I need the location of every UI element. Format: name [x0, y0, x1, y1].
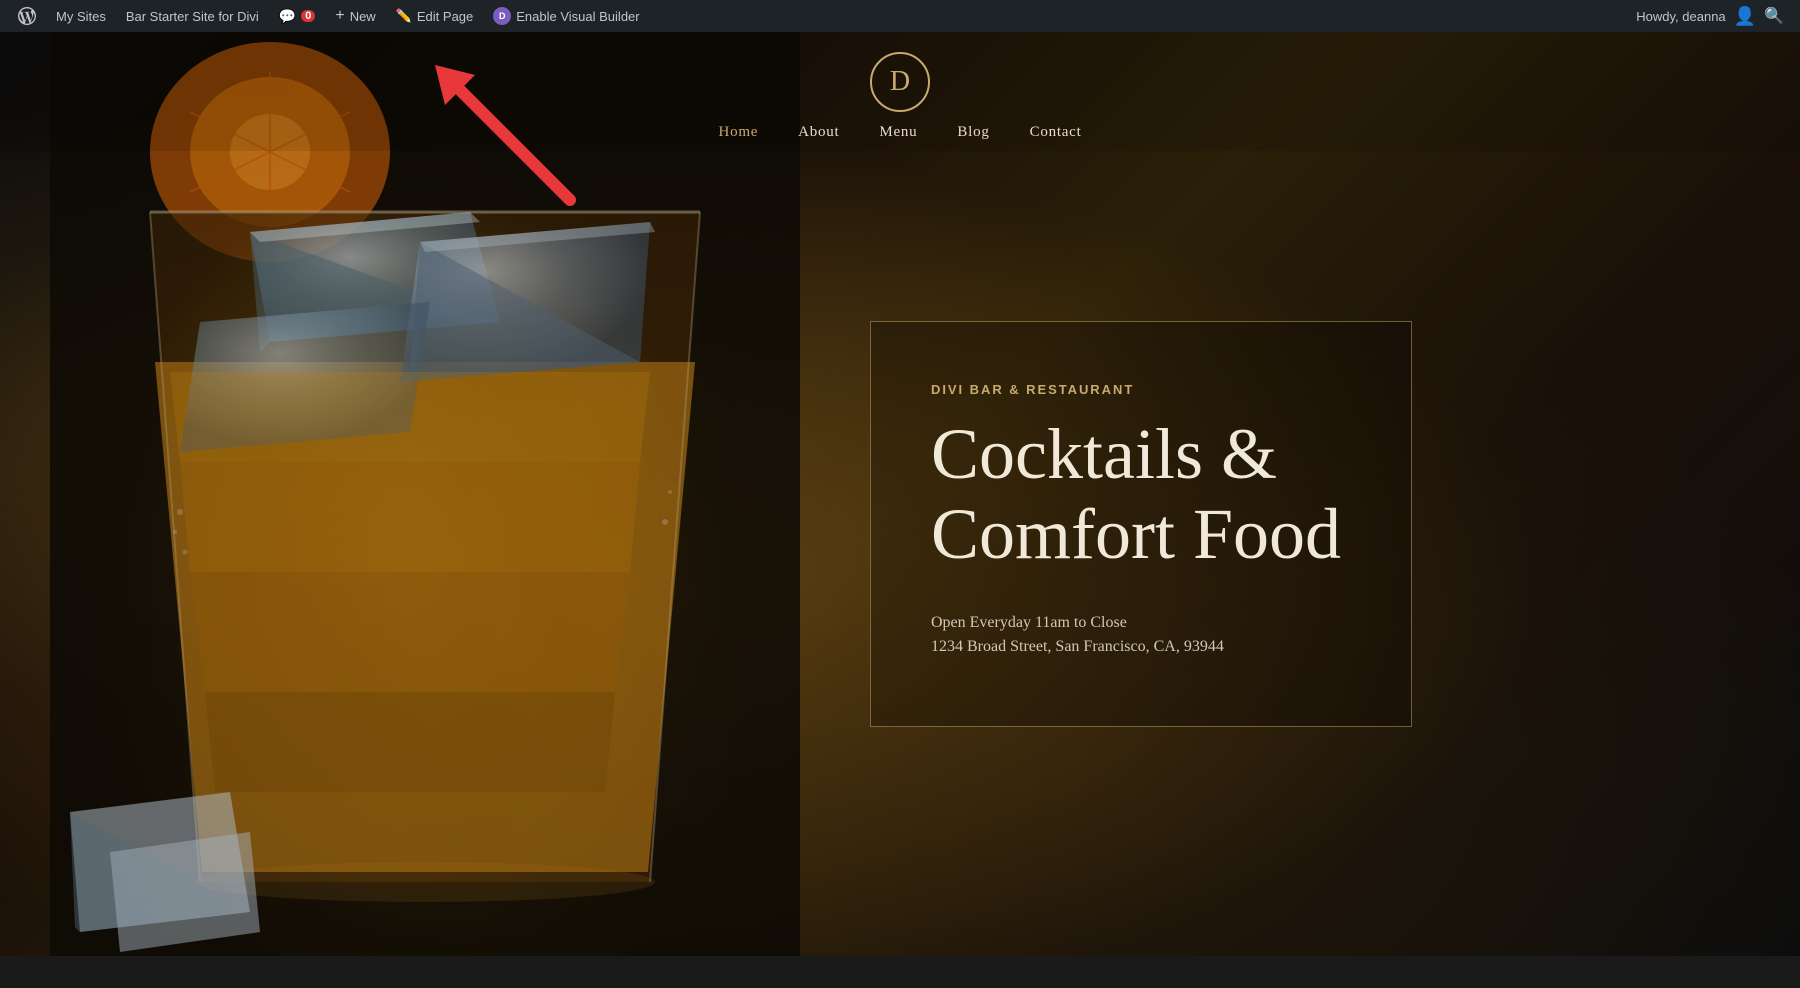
page-wrapper: D Home About Menu Blog Contact DIVI BAR …: [0, 32, 1800, 956]
enable-vb-label: Enable Visual Builder: [516, 9, 639, 24]
cocktail-glass-illustration: [50, 32, 800, 956]
new-item[interactable]: + New: [325, 0, 385, 32]
edit-page-item[interactable]: ✏️ Edit Page: [386, 0, 484, 32]
hero-address: 1234 Broad Street, San Francisco, CA, 93…: [931, 638, 1341, 656]
comment-icon: 💬: [279, 8, 296, 25]
enable-visual-builder-item[interactable]: D Enable Visual Builder: [483, 0, 649, 32]
wordpress-icon: [18, 7, 36, 25]
nav-contact[interactable]: Contact: [1030, 124, 1082, 141]
edit-page-label: Edit Page: [417, 9, 473, 24]
nav-menu[interactable]: Menu: [879, 124, 917, 141]
edit-icon: ✏️: [396, 8, 412, 24]
admin-bar-right: Howdy, deanna 👤 🔍: [1636, 6, 1792, 27]
plus-icon: +: [335, 7, 344, 25]
site-nav: Home About Menu Blog Contact: [718, 124, 1081, 141]
wp-logo-item[interactable]: [8, 0, 46, 32]
hero-title-line1: Cocktails &: [931, 414, 1277, 494]
hero-title: Cocktails & Comfort Food: [931, 415, 1341, 573]
site-name-label: Bar Starter Site for Divi: [126, 9, 259, 24]
nav-about[interactable]: About: [798, 124, 839, 141]
site-logo[interactable]: D: [870, 52, 930, 112]
site-logo-letter: D: [890, 66, 910, 98]
my-sites-label: My Sites: [56, 9, 106, 24]
hero-hours: Open Everyday 11am to Close: [931, 614, 1341, 632]
my-sites-item[interactable]: My Sites: [46, 0, 116, 32]
hero-eyebrow: DIVI BAR & RESTAURANT: [931, 382, 1341, 397]
site-name-item[interactable]: Bar Starter Site for Divi: [116, 0, 269, 32]
hero-title-line2: Comfort Food: [931, 494, 1341, 574]
avatar-icon: 👤: [1734, 6, 1756, 27]
nav-home[interactable]: Home: [718, 124, 758, 141]
hero-section: D Home About Menu Blog Contact DIVI BAR …: [0, 32, 1800, 956]
admin-bar: My Sites Bar Starter Site for Divi 💬 0 +…: [0, 0, 1800, 32]
comments-count: 0: [301, 10, 315, 22]
new-label: New: [350, 9, 376, 24]
site-header: D Home About Menu Blog Contact: [0, 32, 1800, 151]
divi-icon: D: [493, 7, 511, 25]
search-icon[interactable]: 🔍: [1764, 6, 1784, 26]
nav-blog[interactable]: Blog: [957, 124, 989, 141]
hero-box: DIVI BAR & RESTAURANT Cocktails & Comfor…: [870, 321, 1412, 726]
hero-content-area: DIVI BAR & RESTAURANT Cocktails & Comfor…: [810, 32, 1800, 956]
header-inner: D Home About Menu Blog Contact: [0, 52, 1800, 141]
howdy-text: Howdy, deanna: [1636, 9, 1725, 24]
admin-bar-left: My Sites Bar Starter Site for Divi 💬 0 +…: [8, 0, 650, 32]
comments-item[interactable]: 💬 0: [269, 0, 326, 32]
